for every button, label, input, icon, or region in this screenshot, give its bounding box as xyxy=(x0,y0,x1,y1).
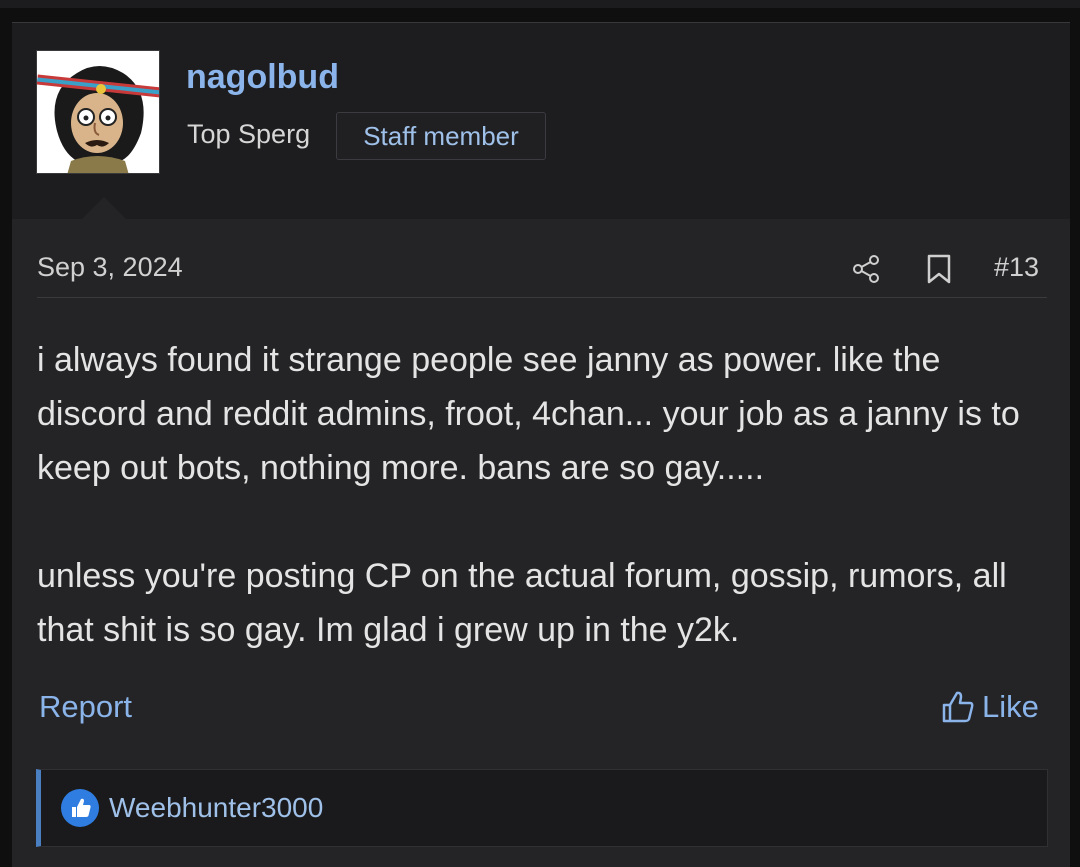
post-message: i always found it strange people see jan… xyxy=(37,333,1052,711)
reactions-bar: Weebhunter3000 xyxy=(36,769,1048,847)
user-title: Top Sperg xyxy=(187,119,311,149)
avatar[interactable] xyxy=(36,50,160,174)
username[interactable]: nagolbud xyxy=(186,58,339,97)
message-paragraph: i always found it strange people see jan… xyxy=(37,341,1020,487)
staff-badge: Staff member xyxy=(336,112,546,160)
like-label: Like xyxy=(982,689,1039,724)
report-link[interactable]: Report xyxy=(39,689,132,725)
thumbs-up-icon xyxy=(942,691,974,723)
post-number[interactable]: #13 xyxy=(994,252,1039,283)
user-block: nagolbud Top Sperg Staff member xyxy=(12,23,1070,219)
share-icon[interactable] xyxy=(850,253,882,285)
thumbs-up-icon xyxy=(61,789,99,827)
post-date[interactable]: Sep 3, 2024 xyxy=(37,252,183,283)
bookmark-icon[interactable] xyxy=(924,253,954,285)
top-strip xyxy=(0,0,1080,8)
reaction-users-link[interactable]: Weebhunter3000 xyxy=(109,792,323,824)
forum-post: nagolbud Top Sperg Staff member Sep 3, 2… xyxy=(12,22,1070,867)
like-button[interactable]: Like xyxy=(940,687,1039,727)
user-arrow-pointer xyxy=(82,197,126,219)
header-divider xyxy=(37,297,1047,298)
avatar-image xyxy=(37,51,159,173)
message-paragraph: unless you're posting CP on the actual f… xyxy=(37,557,1007,649)
